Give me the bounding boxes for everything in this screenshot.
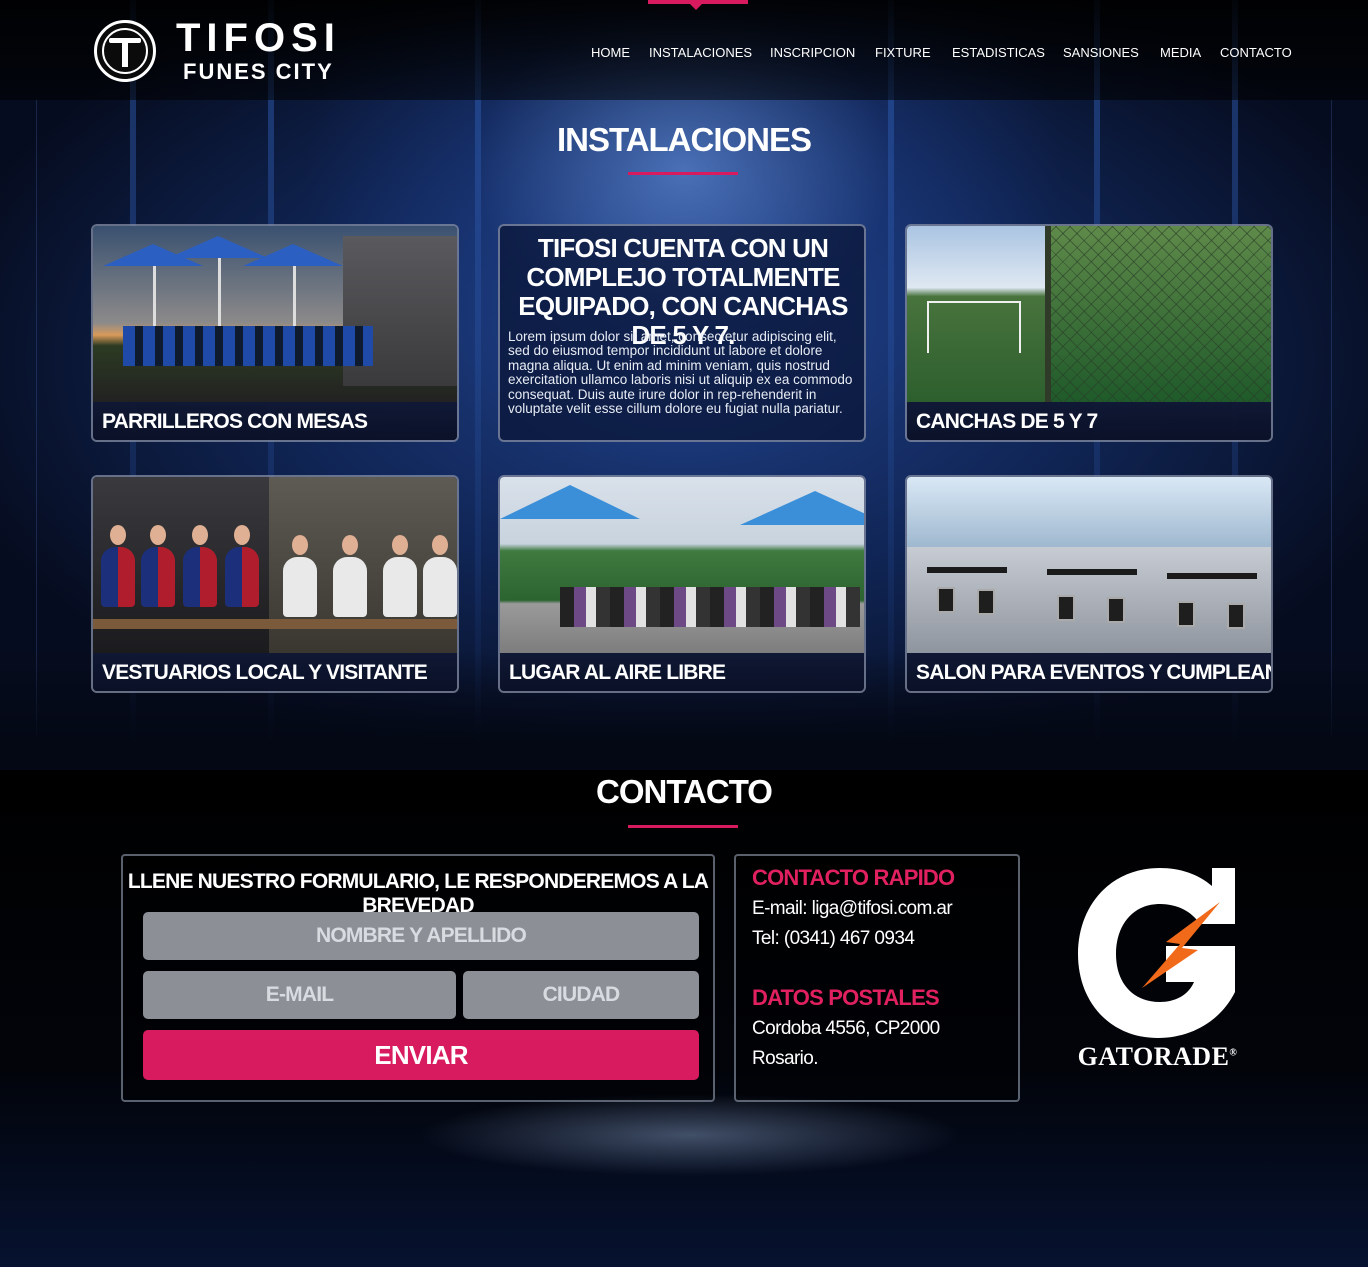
photo-umbrella [243,244,343,266]
nav-item-estadisticas[interactable]: ESTADISTICAS [952,44,1045,62]
photo-player [141,525,175,607]
card-caption: SALON PARA EVENTOS Y CUMPLEANOS [907,653,1273,691]
brand-subtitle: FUNES CITY [183,59,334,84]
photo-chair [1107,597,1125,623]
photo-player [183,525,217,607]
nav-item-sansiones[interactable]: SANSIONES [1063,44,1139,62]
canchas-photo [907,226,1271,402]
photo-umbrella [740,491,864,525]
card-caption-text: SALON PARA EVENTOS Y CUMPLEANOS [916,661,1273,684]
photo-chair [1177,601,1195,627]
instalaciones-underline [628,172,738,175]
form-heading: LLENE NUESTRO FORMULARIO, LE RESPONDEREM… [127,870,709,917]
postal-heading: DATOS POSTALES [752,985,940,1010]
photo-table [927,567,1007,573]
submit-button[interactable]: ENVIAR [143,1030,699,1080]
photo-net-post [1045,226,1051,402]
tifosi-emblem-icon[interactable] [94,20,156,82]
photo-floor [907,547,1271,653]
postal-city: Rosario. [752,1048,819,1069]
photo-player [283,535,317,617]
photo-player [423,535,457,617]
contacto-underline [628,825,738,828]
nav-item-fixture[interactable]: FIXTURE [875,44,931,62]
gatorade-g-icon [1078,868,1235,1038]
card-aire-libre[interactable]: LUGAR AL AIRE LIBRE [498,475,866,693]
vestuarios-photo [93,477,457,653]
photo-net [1047,226,1271,402]
email-field[interactable] [143,971,456,1019]
card-caption-text: VESTUARIOS LOCAL Y VISITANTE [102,661,428,684]
nav-item-home[interactable]: HOME [591,44,630,62]
instalaciones-title: INSTALACIONES [556,121,812,158]
gatorade-logo-icon[interactable]: GATORADE® [1070,862,1250,1074]
nav-active-caret-icon [690,4,702,10]
photo-player [333,535,367,617]
photo-table [1167,573,1257,579]
salon-photo [907,477,1271,653]
gatorade-registered-mark: ® [1229,1047,1238,1059]
card-caption-text: PARRILLEROS CON MESAS [102,410,368,433]
card-canchas[interactable]: CANCHAS DE 5 Y 7 [905,224,1273,442]
nav-item-media[interactable]: MEDIA [1160,44,1201,62]
card-caption: LUGAR AL AIRE LIBRE [500,653,864,691]
aire-libre-photo [500,477,864,653]
city-field[interactable] [463,971,699,1019]
photo-chair [937,587,955,613]
contact-form: LLENE NUESTRO FORMULARIO, LE RESPONDEREM… [121,854,715,1102]
card-caption: PARRILLEROS CON MESAS [93,402,457,440]
photo-chairs [123,326,373,366]
intro-body: Lorem ipsum dolor sit amet, consectetur … [508,329,853,417]
brand-title[interactable]: TIFOSI [176,18,341,58]
photo-player [383,535,417,617]
gatorade-name: GATORADE [1077,1042,1230,1071]
photo-bench [93,619,457,629]
site-header: TIFOSI FUNES CITY HOME INSTALACIONES INS… [0,0,1368,100]
quick-contact-email[interactable]: E-mail: liga@tifosi.com.ar [752,898,953,920]
card-parrilleros[interactable]: PARRILLEROS CON MESAS [91,224,459,442]
nav-item-contacto[interactable]: CONTACTO [1220,44,1292,62]
photo-player [225,525,259,607]
nav-item-instalaciones[interactable]: INSTALACIONES [649,44,752,62]
card-caption-text: LUGAR AL AIRE LIBRE [509,661,726,684]
photo-table [1047,569,1137,575]
gatorade-wordmark: GATORADE® [1070,1042,1245,1072]
card-caption-text: CANCHAS DE 5 Y 7 [916,410,1098,433]
photo-umbrella [500,485,640,519]
card-caption: CANCHAS DE 5 Y 7 [907,402,1271,440]
photo-chair [1057,595,1075,621]
quick-contact-heading: CONTACTO RAPIDO [752,865,955,890]
contact-info-panel: CONTACTO RAPIDO E-mail: liga@tifosi.com.… [734,854,1020,1102]
card-caption: VESTUARIOS LOCAL Y VISITANTE [93,653,457,691]
photo-people [560,587,860,627]
quick-contact-phone[interactable]: Tel: (0341) 467 0934 [752,928,915,950]
card-salon[interactable]: SALON PARA EVENTOS Y CUMPLEANOS [905,475,1273,693]
photo-goal [927,301,1021,353]
photo-chair [977,589,995,615]
nav-item-inscripcion[interactable]: INSCRIPCION [770,44,855,62]
emblem-t-stem [122,41,128,67]
postal-address: Cordoba 4556, CP2000 [752,1018,940,1039]
photo-player [101,525,135,607]
parrilleros-photo [93,226,457,402]
name-field[interactable] [143,912,699,960]
card-vestuarios[interactable]: VESTUARIOS LOCAL Y VISITANTE [91,475,459,693]
photo-chair [1227,603,1245,629]
card-intro: TIFOSI CUENTA CON UN COMPLEJO TOTALMENTE… [498,224,866,442]
photo-windows [907,477,1271,547]
contacto-title: CONTACTO [596,773,773,810]
